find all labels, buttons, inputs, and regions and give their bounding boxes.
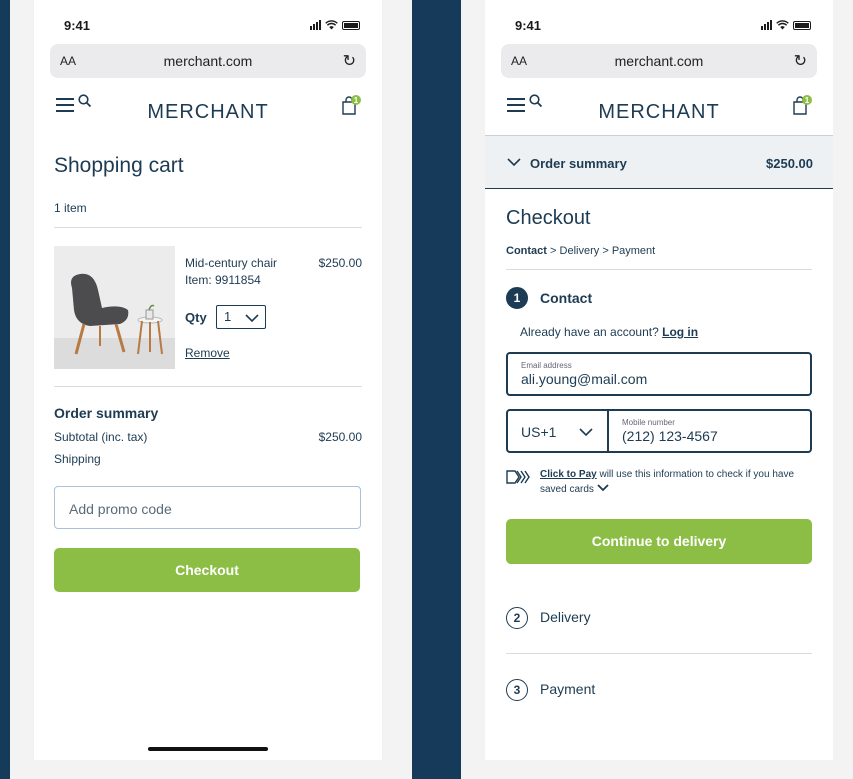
subtotal-label: Subtotal (inc. tax) bbox=[54, 430, 148, 444]
promo-code-input[interactable]: Add promo code bbox=[54, 486, 361, 529]
signal-icon bbox=[761, 20, 772, 30]
cart-badge: 1 bbox=[805, 96, 810, 105]
step-delivery-label[interactable]: Delivery bbox=[540, 609, 591, 625]
divider bbox=[54, 227, 362, 228]
login-link[interactable]: Log in bbox=[662, 325, 698, 339]
step-payment-label[interactable]: Payment bbox=[540, 681, 595, 697]
page-title: Shopping cart bbox=[54, 154, 184, 177]
product-name[interactable]: Mid-century chair bbox=[185, 256, 277, 270]
breadcrumb-separator: > bbox=[602, 245, 609, 257]
product-image[interactable] bbox=[54, 246, 175, 369]
chevron-down-icon bbox=[245, 311, 259, 326]
url-text: merchant.com bbox=[163, 53, 253, 69]
continue-to-delivery-button[interactable]: Continue to delivery bbox=[506, 519, 812, 564]
remove-link[interactable]: Remove bbox=[185, 346, 230, 360]
quantity-value: 1 bbox=[224, 309, 232, 324]
status-bar: 9:41 bbox=[34, 18, 382, 34]
account-prompt-text: Already have an account? bbox=[520, 325, 659, 339]
brand-logo[interactable]: MERCHANT bbox=[485, 101, 833, 124]
order-total: $250.00 bbox=[766, 156, 813, 171]
click-to-pay-link[interactable]: Click to Pay bbox=[540, 469, 597, 480]
step-3-number: 3 bbox=[506, 679, 528, 701]
subtotal-value: $250.00 bbox=[318, 430, 362, 444]
battery-icon bbox=[342, 21, 360, 30]
phone-checkout: 9:41 AA merchant.com ↻ MERCHANT 1 Order … bbox=[461, 0, 853, 779]
click-to-pay-icon bbox=[506, 470, 532, 489]
email-field[interactable]: Email address ali.young@mail.com bbox=[506, 352, 812, 396]
qty-label: Qty bbox=[185, 310, 207, 325]
breadcrumb: Contact > Delivery > Payment bbox=[506, 245, 655, 257]
wifi-icon bbox=[776, 20, 789, 30]
account-prompt: Already have an account? Log in bbox=[520, 325, 698, 339]
site-header: MERCHANT 1 bbox=[485, 92, 833, 132]
status-bar: 9:41 bbox=[485, 18, 833, 34]
cart-screen: 9:41 AA merchant.com ↻ MERCHANT 1 Shoppi… bbox=[34, 0, 382, 760]
product-sku: Item: 9911854 bbox=[185, 273, 261, 287]
brand-logo[interactable]: MERCHANT bbox=[34, 101, 382, 124]
divider bbox=[506, 269, 812, 270]
click-to-pay-notice: Click to Pay will use this information t… bbox=[506, 467, 816, 497]
bag-icon[interactable]: 1 bbox=[791, 94, 813, 121]
page-title: Checkout bbox=[506, 207, 591, 229]
order-summary-toggle[interactable]: Order summary $250.00 bbox=[485, 135, 833, 189]
product-price: $250.00 bbox=[318, 256, 362, 270]
breadcrumb-delivery[interactable]: Delivery bbox=[560, 245, 600, 257]
chevron-down-icon bbox=[507, 154, 521, 172]
wifi-icon bbox=[325, 20, 338, 30]
divider bbox=[506, 653, 812, 654]
email-label: Email address bbox=[521, 361, 572, 370]
bag-icon[interactable]: 1 bbox=[340, 94, 362, 121]
mobile-number-field[interactable]: Mobile number (212) 123-4567 bbox=[607, 409, 812, 453]
signal-icon bbox=[310, 20, 321, 30]
divider bbox=[54, 386, 362, 387]
email-value[interactable]: ali.young@mail.com bbox=[521, 371, 647, 387]
reload-icon[interactable]: ↻ bbox=[794, 51, 807, 71]
order-summary-label: Order summary bbox=[530, 156, 627, 171]
home-indicator[interactable] bbox=[148, 747, 268, 751]
cart-badge: 1 bbox=[354, 96, 359, 105]
shipping-label: Shipping bbox=[54, 452, 101, 466]
quantity-select[interactable]: 1 bbox=[216, 305, 266, 329]
status-time: 9:41 bbox=[64, 18, 91, 33]
order-summary-title: Order summary bbox=[54, 405, 159, 421]
browser-address-bar[interactable]: AA merchant.com ↻ bbox=[50, 44, 366, 78]
chevron-down-icon bbox=[579, 424, 593, 440]
battery-icon bbox=[793, 21, 811, 30]
status-time: 9:41 bbox=[515, 18, 542, 33]
breadcrumb-separator: > bbox=[550, 245, 557, 257]
mobile-label: Mobile number bbox=[622, 418, 675, 427]
checkout-button[interactable]: Checkout bbox=[54, 548, 360, 592]
item-count: 1 item bbox=[54, 201, 87, 215]
reload-icon[interactable]: ↻ bbox=[343, 51, 356, 71]
breadcrumb-payment[interactable]: Payment bbox=[612, 245, 655, 257]
url-text: merchant.com bbox=[614, 53, 704, 69]
breadcrumb-contact[interactable]: Contact bbox=[506, 245, 547, 257]
browser-address-bar[interactable]: AA merchant.com ↻ bbox=[501, 44, 817, 78]
mobile-value[interactable]: (212) 123-4567 bbox=[622, 428, 718, 444]
phone-cart: 9:41 AA merchant.com ↻ MERCHANT 1 Shoppi… bbox=[10, 0, 412, 779]
chevron-down-icon[interactable] bbox=[597, 484, 609, 495]
step-contact-label: Contact bbox=[540, 290, 593, 306]
step-1-number: 1 bbox=[506, 287, 528, 309]
country-code-value: US+1 bbox=[521, 424, 557, 440]
site-header: MERCHANT 1 bbox=[34, 92, 382, 132]
step-2-number: 2 bbox=[506, 607, 528, 629]
country-code-select[interactable]: US+1 bbox=[506, 409, 609, 453]
checkout-screen: 9:41 AA merchant.com ↻ MERCHANT 1 Order … bbox=[485, 0, 833, 760]
